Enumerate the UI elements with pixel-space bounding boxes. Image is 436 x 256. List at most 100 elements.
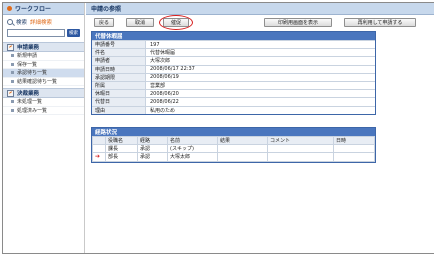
advanced-search-link[interactable]: 詳細検索 — [30, 18, 52, 26]
detail-value: 2008/06/22 — [150, 98, 179, 105]
cell-result — [217, 144, 268, 154]
sidebar-item-new-request[interactable]: 新規申請 — [3, 52, 84, 61]
page-title: 申請の参照 — [91, 6, 122, 13]
sidebar-item-result-pending[interactable]: 結果確認待ち一覧 — [3, 78, 84, 86]
sidebar: ワークフロー 検索 詳細検索 検索 申請業務 新規申請 保存一覧 承認待ち一覧 … — [3, 3, 85, 253]
detail-value: 2008/06/17 22:37 — [150, 66, 195, 73]
detail-key: 件名 — [92, 49, 146, 57]
sidebar-item-label: 未処理一覧 — [17, 99, 43, 106]
column-header: 経路 — [137, 135, 168, 146]
toolbar: 戻る 取消 催促 印刷用画面を表示 再利用して申請する — [86, 15, 434, 30]
detail-value: 2008/06/19 — [150, 74, 179, 81]
detail-value: 代替休暇届 — [150, 50, 176, 57]
detail-key: 理由 — [92, 106, 146, 114]
sidebar-item-pending-approval[interactable]: 承認待ち一覧 — [3, 69, 84, 78]
column-header: 日時 — [333, 135, 375, 146]
detail-key: 代替日 — [92, 98, 146, 106]
detail-key: 所属 — [92, 81, 146, 90]
cancel-button[interactable]: 取消 — [126, 18, 154, 27]
panel-header: 経路状況 — [92, 128, 375, 136]
table-row: ➔ 部長 承認 大塚太郎 — [92, 152, 375, 162]
search-label: 検索 — [16, 20, 28, 26]
sidebar-section-head[interactable]: 決裁業務 — [3, 88, 84, 98]
column-header: コメント — [267, 135, 334, 146]
page-title-bar: 申請の参照 — [86, 3, 434, 15]
bullet-icon — [11, 108, 14, 112]
detail-row: 申請番号 197 — [92, 40, 375, 49]
bullet-icon — [11, 79, 14, 83]
sidebar-section-title: 申請業務 — [17, 45, 40, 51]
sidebar-item-label: 保存一覧 — [17, 61, 38, 68]
detail-row: 申請者 大塚次郎 — [92, 56, 375, 65]
sidebar-section-application: 申請業務 新規申請 保存一覧 承認待ち一覧 結果確認待ち一覧 — [3, 42, 84, 86]
sidebar-item-label: 結果確認待ち一覧 — [17, 78, 58, 85]
sidebar-item-label: 処理済み一覧 — [17, 107, 48, 114]
detail-key: 承認期限 — [92, 73, 146, 81]
cell-route: 承認 — [137, 144, 168, 154]
bullet-icon — [11, 54, 14, 58]
sidebar-item-label: 承認待ち一覧 — [17, 70, 48, 77]
detail-value: 197 — [150, 41, 160, 48]
approval-icon — [7, 89, 14, 97]
cell-datetime — [333, 152, 375, 162]
sidebar-item-label: 新規申請 — [17, 53, 38, 60]
sidebar-item-unprocessed[interactable]: 未処理一覧 — [3, 98, 84, 107]
search-icon — [7, 19, 13, 25]
detail-key: 申請日時 — [92, 65, 146, 73]
workflow-icon — [7, 6, 12, 11]
cell-result — [217, 152, 268, 162]
bullet-icon — [11, 100, 14, 104]
cell-role: 部長 — [105, 152, 138, 162]
panel-title: 経路状況 — [95, 130, 118, 136]
sidebar-section-approval: 決裁業務 未処理一覧 処理済み一覧 — [3, 88, 84, 115]
route-status-panel: 経路状況 役職名 経路 名前 結果 コメント 日時 課長 承認 (スキップ) ➔… — [91, 127, 376, 163]
detail-key: 申請番号 — [92, 41, 146, 49]
highlight-circle — [159, 15, 193, 30]
request-details-panel: 代替休暇届 申請番号 197 件名 代替休暇届 申請者 大塚次郎 申請日時 20… — [91, 31, 376, 115]
detail-row: 休暇日 2008/06/20 — [92, 89, 375, 98]
cell-comment — [267, 144, 334, 154]
column-header: 結果 — [217, 135, 268, 146]
cell-datetime — [333, 144, 375, 154]
search-header: 検索 詳細検索 — [3, 15, 84, 26]
bullet-icon — [11, 62, 14, 66]
current-step-arrow-icon: ➔ — [95, 153, 101, 161]
detail-row: 代替日 2008/06/22 — [92, 97, 375, 106]
detail-value: 私用のため — [150, 107, 176, 114]
column-header: 名前 — [167, 135, 218, 146]
panel-header: 代替休暇届 — [92, 32, 375, 40]
detail-row: 所属 営業部 — [92, 80, 375, 90]
app-window: ワークフロー 検索 詳細検索 検索 申請業務 新規申請 保存一覧 承認待ち一覧 … — [2, 2, 434, 254]
back-button[interactable]: 戻る — [94, 18, 114, 27]
cell-comment — [267, 152, 334, 162]
search-button[interactable]: 検索 — [67, 29, 80, 37]
cell-name: (スキップ) — [167, 144, 218, 154]
detail-row: 理由 私用のため — [92, 105, 375, 114]
detail-row: 承認期限 2008/06/19 — [92, 72, 375, 81]
panel-title: 代替休暇届 — [95, 34, 123, 40]
main-content: 申請の参照 戻る 取消 催促 印刷用画面を表示 再利用して申請する 代替休暇届 … — [86, 3, 434, 253]
detail-value: 営業部 — [150, 83, 166, 90]
detail-row: 申請日時 2008/06/17 22:37 — [92, 64, 375, 73]
detail-value: 2008/06/20 — [150, 90, 179, 97]
reuse-request-button[interactable]: 再利用して申請する — [344, 18, 416, 27]
route-table: 役職名 経路 名前 結果 コメント 日時 課長 承認 (スキップ) ➔ 部長 承… — [92, 135, 375, 162]
print-view-button[interactable]: 印刷用画面を表示 — [264, 18, 332, 27]
table-header-row: 役職名 経路 名前 結果 コメント 日時 — [92, 135, 375, 146]
sidebar-item-saved-list[interactable]: 保存一覧 — [3, 61, 84, 69]
detail-key: 申請者 — [92, 57, 146, 65]
cell-role: 課長 — [105, 144, 138, 154]
search-row: 検索 — [3, 26, 84, 40]
detail-row: 件名 代替休暇届 — [92, 48, 375, 57]
cell-route: 承認 — [137, 152, 168, 162]
table-row: 課長 承認 (スキップ) — [92, 144, 375, 154]
detail-value: 大塚次郎 — [150, 58, 171, 65]
sidebar-section-head[interactable]: 申請業務 — [3, 42, 84, 52]
sidebar-section-title: 決裁業務 — [17, 91, 40, 97]
sidebar-title-bar: ワークフロー — [3, 3, 84, 15]
sidebar-item-processed[interactable]: 処理済み一覧 — [3, 107, 84, 115]
search-input[interactable] — [7, 29, 65, 37]
row-marker — [92, 144, 106, 154]
column-header: 役職名 — [105, 135, 138, 146]
detail-key: 休暇日 — [92, 90, 146, 98]
